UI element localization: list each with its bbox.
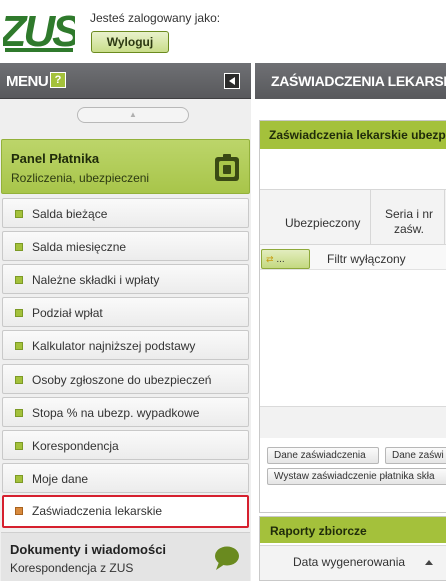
menu-item-moje-dane[interactable]: Moje dane: [2, 463, 249, 493]
menu-item-label: Stopa % na ubezp. wypadkowe: [32, 406, 200, 420]
wallet-icon: [215, 154, 239, 181]
filter-arrow-icon: ⇄: [266, 254, 274, 264]
menu-item-osoby-zgloszone[interactable]: Osoby zgłoszone do ubezpieczeń: [2, 364, 249, 394]
filter-status: Filtr wyłączony: [327, 252, 406, 266]
top-header: ZUS Jesteś zalogowany jako: Wyloguj: [0, 0, 446, 62]
main-header: ZAŚWIADCZENIA LEKARSKIE: [255, 63, 446, 99]
bullet-icon: [15, 342, 23, 350]
bullet-icon: [15, 309, 23, 317]
bullet-icon: [15, 243, 23, 251]
menu-item-label: Należne składki i wpłaty: [32, 273, 160, 287]
menu-item-korespondencja[interactable]: Korespondencja: [2, 430, 249, 460]
collapse-menu-icon[interactable]: [224, 73, 240, 89]
page-title: ZAŚWIADCZENIA LEKARSKIE: [271, 73, 446, 89]
bullet-icon: [15, 376, 23, 384]
menu-item-label: Salda miesięczne: [32, 240, 127, 254]
column-separator: [370, 189, 371, 245]
certificates-panel-title: Zaświadczenia lekarskie ubezp: [269, 128, 446, 142]
panel-subtitle: Rozliczenia, ubezpieczeni: [11, 171, 150, 185]
panel-platnika-card[interactable]: Panel Płatnika Rozliczenia, ubezpieczeni: [1, 139, 250, 194]
menu-item-label: Moje dane: [32, 472, 89, 486]
reports-panel-header: Raporty zbiorcze: [260, 517, 446, 543]
filter-button-label: ...: [276, 254, 285, 265]
menu-item-stopa-wypadkowe[interactable]: Stopa % na ubezp. wypadkowe: [2, 397, 249, 427]
bullet-icon: [15, 475, 23, 483]
column-header-seria-nr[interactable]: Seria i nr zaśw.: [374, 207, 444, 237]
certificates-panel-header: Zaświadczenia lekarskie ubezp: [260, 121, 446, 149]
reports-panel: Raporty zbiorcze Data wygenerowania: [259, 516, 446, 581]
menu-item-label: Podział wpłat: [32, 306, 103, 320]
menu-item-label: Osoby zgłoszone do ubezpieczeń: [32, 373, 212, 387]
menu-item-salda-biezace[interactable]: Salda bieżące: [2, 198, 249, 228]
docs-title: Dokumenty i wiadomości: [10, 542, 167, 557]
menu-item-zaswiadczenia-lekarskie[interactable]: Zaświadczenia lekarskie: [2, 495, 249, 528]
column-header-ubezpieczony[interactable]: Ubezpieczony: [285, 216, 360, 230]
reports-panel-title: Raporty zbiorcze: [270, 524, 367, 538]
bullet-icon: [15, 507, 23, 515]
menu-header: MENU ?: [0, 63, 251, 99]
help-icon[interactable]: ?: [50, 72, 66, 88]
menu-item-podzial-wplat[interactable]: Podział wpłat: [2, 297, 249, 327]
menu-item-label: Zaświadczenia lekarskie: [32, 504, 163, 518]
certificates-panel: Zaświadczenia lekarskie ubezp Ubezpieczo…: [259, 120, 446, 513]
logged-in-as-label: Jesteś zalogowany jako:: [90, 11, 221, 25]
docs-subtitle: Korespondencja z ZUS: [10, 561, 134, 575]
menu-item-label: Korespondencja: [32, 439, 119, 453]
menu-item-nalezne-skladki[interactable]: Należne składki i wpłaty: [2, 264, 249, 294]
menu-item-kalkulator[interactable]: Kalkulator najniższej podstawy: [2, 330, 249, 360]
bullet-icon: [15, 442, 23, 450]
column-header-data-wygenerowania[interactable]: Data wygenerowania: [293, 555, 405, 569]
dokumenty-card[interactable]: Dokumenty i wiadomości Korespondencja z …: [1, 532, 250, 581]
chat-icon: [215, 546, 239, 570]
bullet-icon: [15, 210, 23, 218]
svg-text:ZUS: ZUS: [3, 7, 75, 54]
filter-button[interactable]: ⇄ ...: [261, 249, 310, 269]
zus-logo[interactable]: ZUS: [3, 4, 75, 54]
bullet-icon: [15, 276, 23, 284]
certificate-data-button[interactable]: Dane zaświ: [385, 447, 446, 464]
issue-payer-certificate-button[interactable]: Wystaw zaświadczenie płatnika skła: [267, 468, 446, 485]
bullet-icon: [15, 409, 23, 417]
certificates-actions-bar: [260, 406, 446, 438]
logout-button[interactable]: Wyloguj: [91, 31, 169, 53]
menu-item-salda-miesieczne[interactable]: Salda miesięczne: [2, 231, 249, 261]
menu-title: MENU: [6, 73, 49, 90]
menu-item-label: Kalkulator najniższej podstawy: [32, 339, 196, 353]
menu-item-label: Salda bieżące: [32, 207, 108, 221]
sort-ascending-icon[interactable]: [425, 560, 433, 565]
scroll-up-button[interactable]: ▲: [77, 107, 189, 123]
certificate-details-button[interactable]: Dane zaświadczenia: [267, 447, 379, 464]
column-separator: [444, 189, 445, 245]
panel-title: Panel Płatnika: [11, 151, 100, 166]
